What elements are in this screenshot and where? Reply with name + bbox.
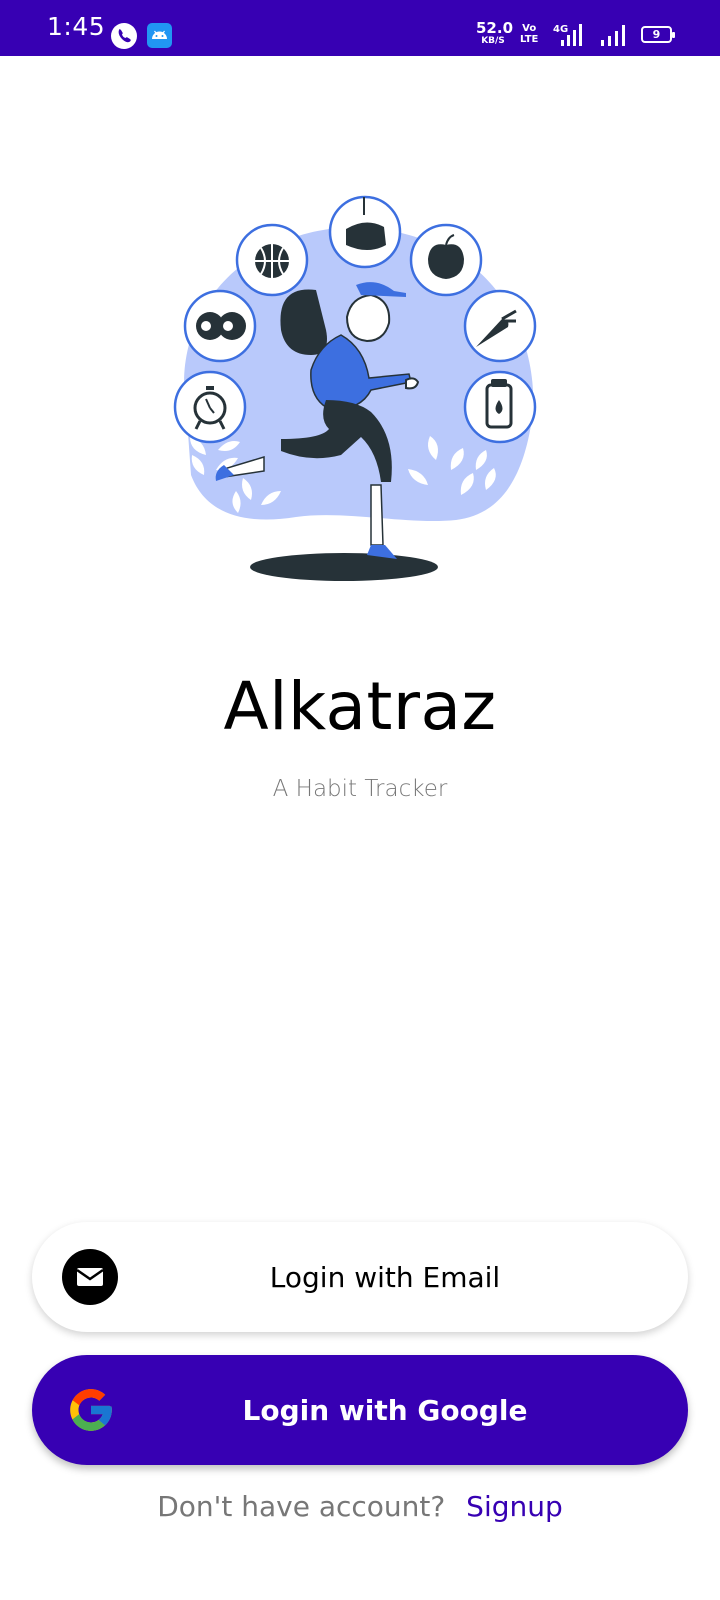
status-time: 1:45 bbox=[47, 12, 106, 41]
app-subtitle: A Habit Tracker bbox=[272, 776, 448, 802]
mail-icon bbox=[62, 1249, 118, 1305]
hero-illustration bbox=[166, 195, 546, 595]
android-notification-icon bbox=[147, 23, 172, 48]
status-bar: 1:45 52.0 KB/S Vo LTE 4G 9 bbox=[0, 0, 720, 56]
signup-prompt: Don't have account? bbox=[157, 1490, 446, 1523]
signup-link[interactable]: Signup bbox=[466, 1490, 563, 1523]
login-email-button[interactable]: Login with Email bbox=[32, 1222, 688, 1332]
phone-call-icon bbox=[111, 23, 137, 49]
ground-shadow bbox=[250, 553, 438, 581]
app-title: Alkatraz bbox=[223, 668, 497, 745]
login-google-button[interactable]: Login with Google bbox=[32, 1355, 688, 1465]
google-icon bbox=[70, 1389, 112, 1431]
volte-indicator: Vo LTE bbox=[520, 23, 539, 45]
login-email-label: Login with Email bbox=[269, 1260, 501, 1294]
network-speed: 52.0 KB/S bbox=[476, 19, 514, 47]
battery-icon: 9 bbox=[641, 26, 675, 43]
signup-row: Don't have account? Signup bbox=[0, 1490, 720, 1523]
signal-strength-icon bbox=[561, 24, 582, 46]
login-google-label: Login with Google bbox=[242, 1393, 528, 1427]
signal-strength-2-icon bbox=[601, 25, 625, 46]
